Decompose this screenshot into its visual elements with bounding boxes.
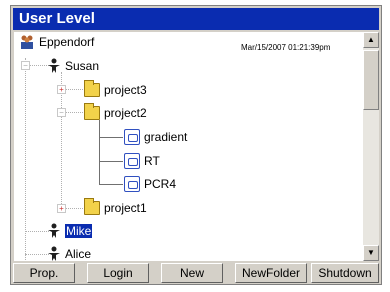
tree-view[interactable]: Mar/15/2007 01:21:39pm − + − + Eppendorf [14,32,363,261]
user-icon [47,223,61,239]
tree-node-user-selected[interactable]: Mike [47,222,93,240]
tree-node-label: project3 [104,83,147,97]
user-icon [47,58,61,74]
tree-node-file[interactable]: gradient [124,128,187,146]
login-button[interactable]: Login [87,263,149,283]
method-file-icon [124,129,140,145]
method-file-icon [124,176,140,192]
tree-node-label: Alice [65,247,92,261]
expand-toggle[interactable]: + [57,204,66,213]
button-bar: Prop. Login New NewFolder Shutdown [13,263,379,283]
tree-node-file[interactable]: PCR4 [124,175,176,193]
folder-icon [84,80,100,97]
timestamp: Mar/15/2007 01:21:39pm [241,43,331,52]
tree-node-label: RT [144,154,160,168]
tree-connector [25,254,49,255]
tree-node-root[interactable]: Eppendorf [19,33,94,51]
method-file-icon [124,153,140,169]
user-icon [47,246,61,261]
tree-node-label: Susan [65,59,100,73]
tree-connector [99,137,123,138]
scroll-thumb[interactable] [363,50,379,110]
tree-node-folder[interactable]: project3 [84,80,147,99]
scroll-up-button[interactable]: ▲ [363,32,379,48]
tree-node-label: Mike [65,224,93,238]
vertical-scrollbar[interactable]: ▲ ▼ [363,32,379,261]
prop-button[interactable]: Prop. [13,263,75,283]
tree-node-folder[interactable]: project2 [84,103,147,122]
tree-node-folder[interactable]: project1 [84,198,147,217]
collapse-toggle[interactable]: − [57,108,66,117]
tree-node-label: gradient [144,130,188,144]
scroll-down-button[interactable]: ▼ [363,245,379,261]
expand-toggle[interactable]: + [57,85,66,94]
tree-node-file[interactable]: RT [124,152,160,170]
tree-node-user[interactable]: Alice [47,245,91,261]
tree-connector [99,184,123,185]
group-icon [19,34,35,50]
user-level-window: User Level Mar/15/2007 01:21:39pm − + − … [10,5,382,285]
tree-connector [99,120,100,185]
tree-node-label: project2 [104,106,147,120]
tree-node-user[interactable]: Susan [47,57,99,75]
tree-node-label: Eppendorf [39,35,95,49]
tree-connector [99,161,123,162]
newfolder-button[interactable]: NewFolder [235,263,307,283]
folder-icon [84,198,100,215]
tree-node-label: PCR4 [144,177,177,191]
folder-open-icon [84,103,100,120]
new-button[interactable]: New [161,263,223,283]
tree-node-label: project1 [104,201,147,215]
tree-connector [25,231,49,232]
expand-toggle[interactable]: − [21,61,30,70]
title-bar: User Level [13,8,379,30]
shutdown-button[interactable]: Shutdown [311,263,379,283]
window-title: User Level [19,10,95,27]
